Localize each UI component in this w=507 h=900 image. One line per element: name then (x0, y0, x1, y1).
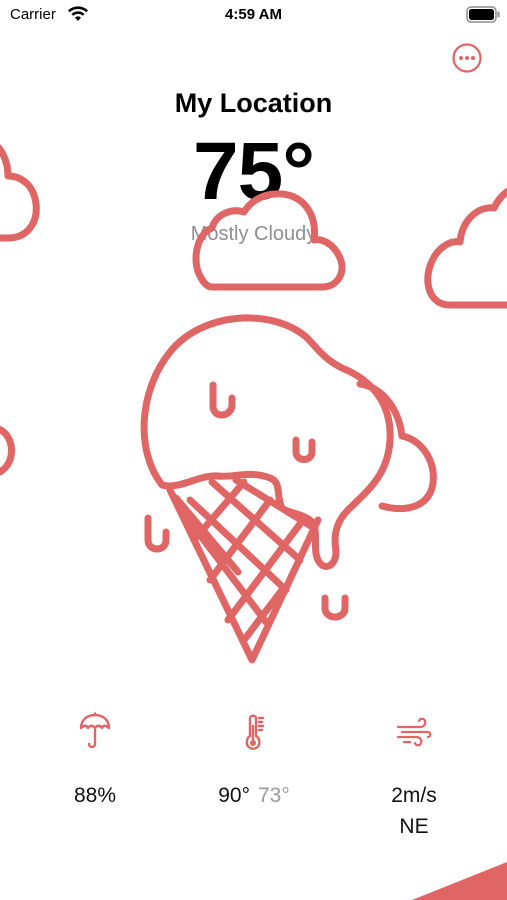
condition-label: Mostly Cloudy (190, 223, 317, 245)
corner-decoration (412, 862, 507, 900)
weather-screen: Carrier 4:59 AM My Location 75° Mostly C… (0, 0, 507, 900)
